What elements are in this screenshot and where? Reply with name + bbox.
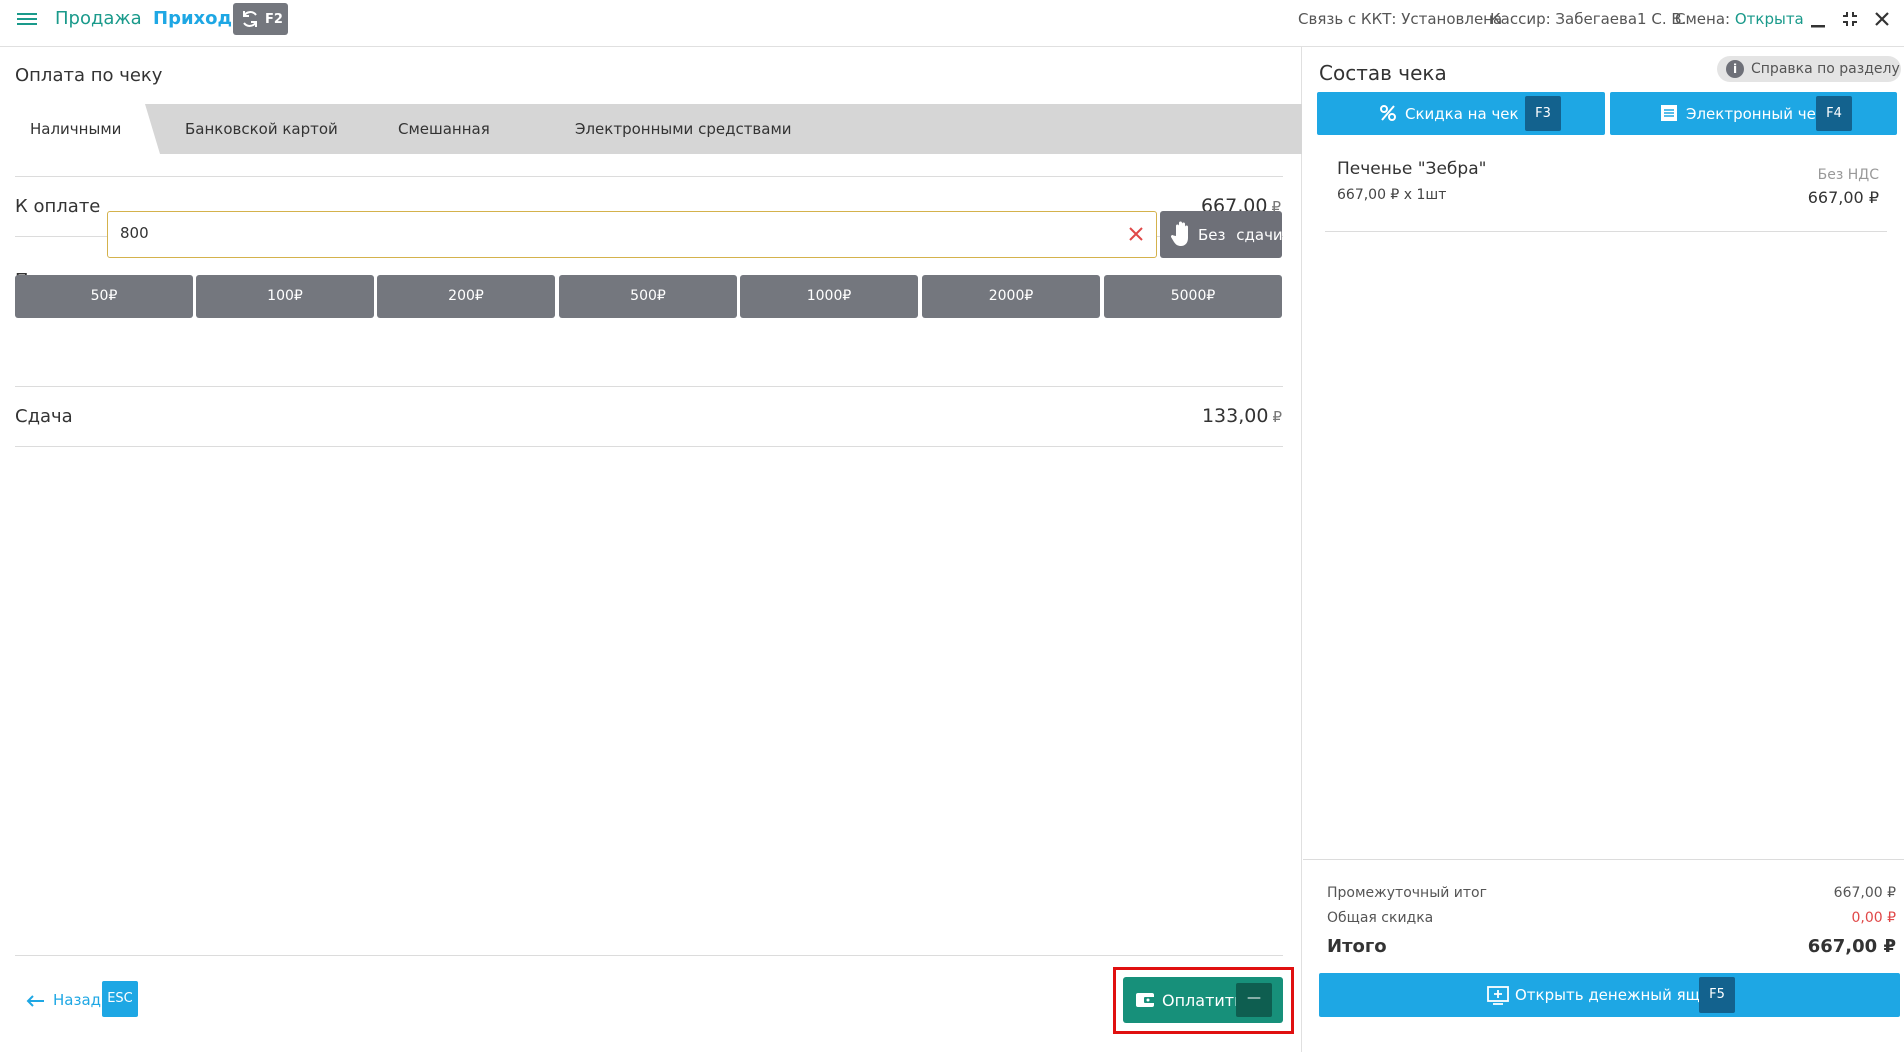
help-label: Справка по разделу <box>1751 61 1900 77</box>
wallet-icon <box>1136 993 1155 1007</box>
back-button[interactable]: Назад <box>25 991 101 1009</box>
nav-income[interactable]: Приход <box>153 8 232 29</box>
total-value: 667,00 ₽ <box>1807 936 1896 957</box>
received-input-box[interactable] <box>107 211 1157 258</box>
sync-key: F2 <box>265 12 283 27</box>
quick-amounts: 50₽ 100₽ 200₽ 500₽ 1000₽ 2000₽ 5000₽ <box>15 275 1282 318</box>
pay-key: — <box>1236 983 1272 1017</box>
received-input[interactable] <box>120 224 1120 242</box>
payment-panel: Оплата по чеку Наличными Банковской карт… <box>0 47 1302 1052</box>
help-button[interactable]: i Справка по разделу <box>1717 56 1901 82</box>
drawer-key: F5 <box>1699 977 1735 1013</box>
tab-cash[interactable]: Наличными <box>30 120 121 138</box>
shift-label: Смена: <box>1675 10 1735 28</box>
amount-button-5000[interactable]: 5000₽ <box>1104 275 1282 318</box>
discount-button[interactable]: Скидка на чек F3 <box>1317 92 1605 135</box>
back-label: Назад <box>53 991 102 1009</box>
item-name: Печенье "Зебра" <box>1337 159 1487 179</box>
restore-icon[interactable] <box>1840 9 1860 29</box>
subtotal-label: Промежуточный итог <box>1327 885 1487 901</box>
pay-label: Оплатить <box>1162 991 1244 1010</box>
receipt-panel: Состав чека i Справка по разделу Скидка … <box>1303 47 1904 1052</box>
amount-button-100[interactable]: 100₽ <box>196 275 374 318</box>
tab-electronic[interactable]: Электронными средствами <box>575 120 792 138</box>
close-icon[interactable] <box>1872 9 1892 29</box>
amount-button-200[interactable]: 200₽ <box>377 275 555 318</box>
minimize-icon[interactable] <box>1808 9 1828 29</box>
receipt-title: Состав чека <box>1319 61 1447 85</box>
no-change-button[interactable]: Без сдачи <box>1160 211 1283 258</box>
total-label: Итого <box>1327 936 1387 957</box>
echeck-label: Электронный чек <box>1686 105 1825 123</box>
amount-button-2000[interactable]: 2000₽ <box>922 275 1100 318</box>
top-bar: Продажа Приход F2 Связь с ККТ: Установле… <box>0 0 1904 47</box>
sync-button[interactable]: F2 <box>233 3 288 35</box>
divider <box>15 386 1283 387</box>
payment-title: Оплата по чеку <box>15 65 163 86</box>
currency-sign: ₽ <box>1272 408 1282 426</box>
due-label: К оплате <box>15 196 101 217</box>
divider <box>15 955 1283 956</box>
item-qty: 667,00 ₽ x 1шт <box>1337 187 1447 203</box>
sync-icon <box>243 11 257 27</box>
open-drawer-button[interactable]: Открыть денежный ящик F5 <box>1319 973 1900 1017</box>
arrow-left-icon <box>26 994 44 1007</box>
subtotal-value: 667,00 ₽ <box>1833 885 1896 901</box>
change-label: Сдача <box>15 406 73 427</box>
no-change-label: Без сдачи <box>1198 226 1283 244</box>
amount-button-50[interactable]: 50₽ <box>15 275 193 318</box>
cashier-name: Кассир: Забегаева1 С. В. <box>1490 10 1687 28</box>
payment-tabs: Наличными Банковской картой Смешанная Эл… <box>0 104 1302 154</box>
divider <box>15 176 1283 177</box>
percent-icon <box>1380 105 1396 121</box>
change-amount: 133,00 <box>1201 405 1269 427</box>
discount-key: F3 <box>1525 96 1561 131</box>
hand-icon <box>1170 221 1188 246</box>
item-vat: Без НДС <box>1817 167 1879 183</box>
divider <box>1303 859 1904 860</box>
cash-drawer-icon <box>1487 986 1509 1005</box>
pay-button[interactable]: Оплатить — <box>1123 977 1283 1023</box>
menu-icon[interactable] <box>17 10 37 30</box>
discount-total-label: Общая скидка <box>1327 910 1434 926</box>
discount-total-value: 0,00 ₽ <box>1851 910 1896 926</box>
drawer-label: Открыть денежный ящик <box>1515 986 1719 1004</box>
nav-sale[interactable]: Продажа <box>55 8 142 29</box>
receipt-item[interactable]: Печенье "Зебра" 667,00 ₽ x 1шт Без НДС 6… <box>1325 150 1887 232</box>
tab-card[interactable]: Банковской картой <box>185 120 338 138</box>
item-price: 667,00 ₽ <box>1807 188 1879 207</box>
clear-input-icon[interactable] <box>1126 224 1146 244</box>
discount-label: Скидка на чек <box>1405 105 1519 123</box>
esc-key: ESC <box>102 981 138 1017</box>
change-value: 133,00 ₽ <box>1202 405 1282 427</box>
echeck-key: F4 <box>1816 96 1852 131</box>
info-icon: i <box>1726 60 1744 78</box>
amount-button-1000[interactable]: 1000₽ <box>740 275 918 318</box>
shift-status: Смена: Открыта <box>1675 10 1804 28</box>
tab-mixed[interactable]: Смешанная <box>398 120 490 138</box>
amount-button-500[interactable]: 500₽ <box>559 275 737 318</box>
echeck-button[interactable]: Электронный чек F4 <box>1610 92 1897 135</box>
receipt-icon <box>1661 105 1677 121</box>
kkt-status: Связь с ККТ: Установлена <box>1298 10 1503 28</box>
divider <box>15 446 1283 447</box>
shift-value: Открыта <box>1734 10 1804 28</box>
